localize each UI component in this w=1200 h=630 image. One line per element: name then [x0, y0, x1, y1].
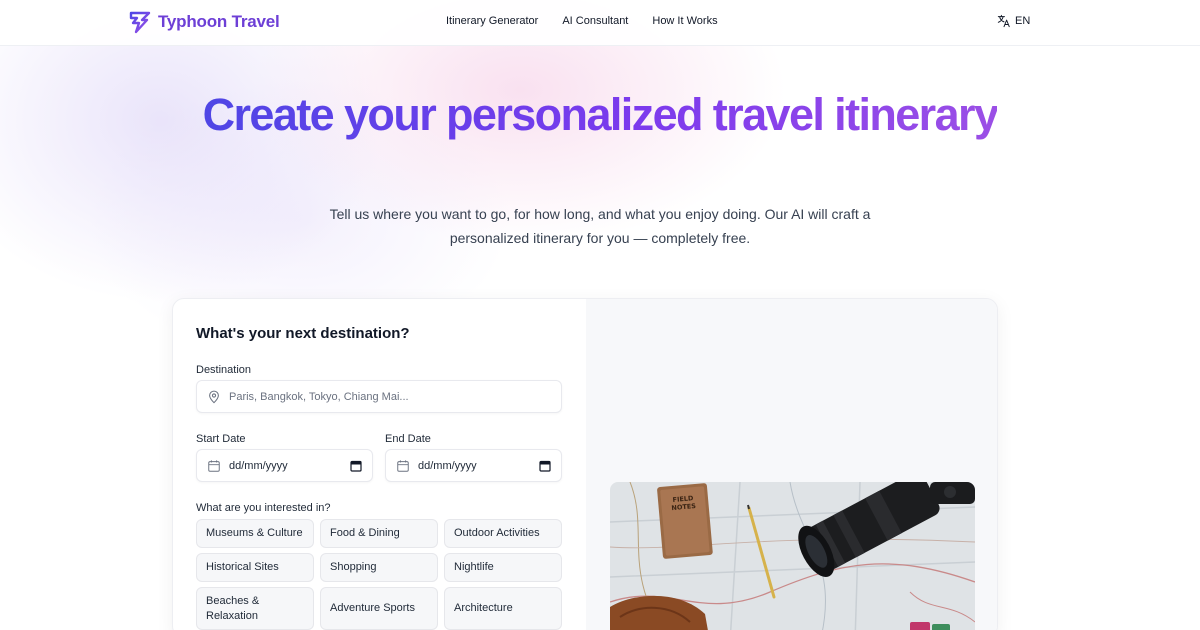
date-picker-icon[interactable]	[539, 460, 551, 472]
destination-placeholder: Paris, Bangkok, Tokyo, Chiang Mai...	[229, 390, 409, 403]
nav-link-how-it-works[interactable]: How It Works	[652, 15, 717, 27]
form-title: What's your next destination?	[196, 325, 410, 342]
map-pin-icon	[209, 390, 219, 403]
end-date-value: dd/mm/yyyy	[418, 459, 477, 472]
end-date-label: End Date	[385, 433, 431, 445]
start-date-input[interactable]: dd/mm/yyyy	[196, 449, 373, 482]
brand-logo-link[interactable]: Typhoon Travel	[128, 9, 280, 35]
typhoon-logo-icon	[129, 11, 151, 34]
interest-chip-outdoor-activities[interactable]: Outdoor Activities	[444, 519, 562, 548]
date-picker-icon[interactable]	[350, 460, 362, 472]
nav-link-ai-consultant[interactable]: AI Consultant	[562, 15, 628, 27]
hero-title: Create your personalized travel itinerar…	[200, 92, 1000, 138]
destination-input[interactable]: Paris, Bangkok, Tokyo, Chiang Mai...	[196, 380, 562, 413]
calendar-icon	[397, 459, 409, 472]
travel-flatlay-image: FIELD NOTES	[610, 482, 975, 630]
interest-chip-architecture[interactable]: Architecture	[444, 587, 562, 630]
calendar-icon	[208, 459, 220, 472]
itinerary-form-card: What's your next destination? Destinatio…	[172, 298, 998, 630]
brand-name: Typhoon Travel	[158, 12, 280, 31]
interest-chip-nightlife[interactable]: Nightlife	[444, 553, 562, 582]
nav-link-itinerary-generator[interactable]: Itinerary Generator	[446, 15, 538, 27]
main-nav: Itinerary Generator AI Consultant How It…	[446, 15, 718, 27]
translate-icon	[997, 14, 1010, 28]
interest-chip-beaches-relaxation[interactable]: Beaches & Relaxation	[196, 587, 314, 630]
destination-label: Destination	[196, 364, 252, 376]
end-date-input[interactable]: dd/mm/yyyy	[385, 449, 562, 482]
interests-label: What are you interested in?	[196, 502, 331, 514]
interest-chip-historical-sites[interactable]: Historical Sites	[196, 553, 314, 582]
start-date-value: dd/mm/yyyy	[229, 459, 288, 472]
hero-title-text: Create your personalized travel itinerar…	[202, 89, 999, 140]
language-switcher[interactable]: EN	[997, 14, 1030, 28]
interest-chip-food-dining[interactable]: Food & Dining	[320, 519, 438, 548]
language-label: EN	[1015, 15, 1031, 27]
top-navbar: Typhoon Travel Itinerary Generator AI Co…	[0, 0, 1200, 46]
interest-chip-shopping[interactable]: Shopping	[320, 553, 438, 582]
interest-chip-adventure-sports[interactable]: Adventure Sports	[320, 587, 438, 630]
interest-chip-museums-culture[interactable]: Museums & Culture	[196, 519, 314, 548]
hero-subtitle: Tell us where you want to go, for how lo…	[329, 206, 871, 246]
start-date-label: Start Date	[196, 433, 246, 445]
